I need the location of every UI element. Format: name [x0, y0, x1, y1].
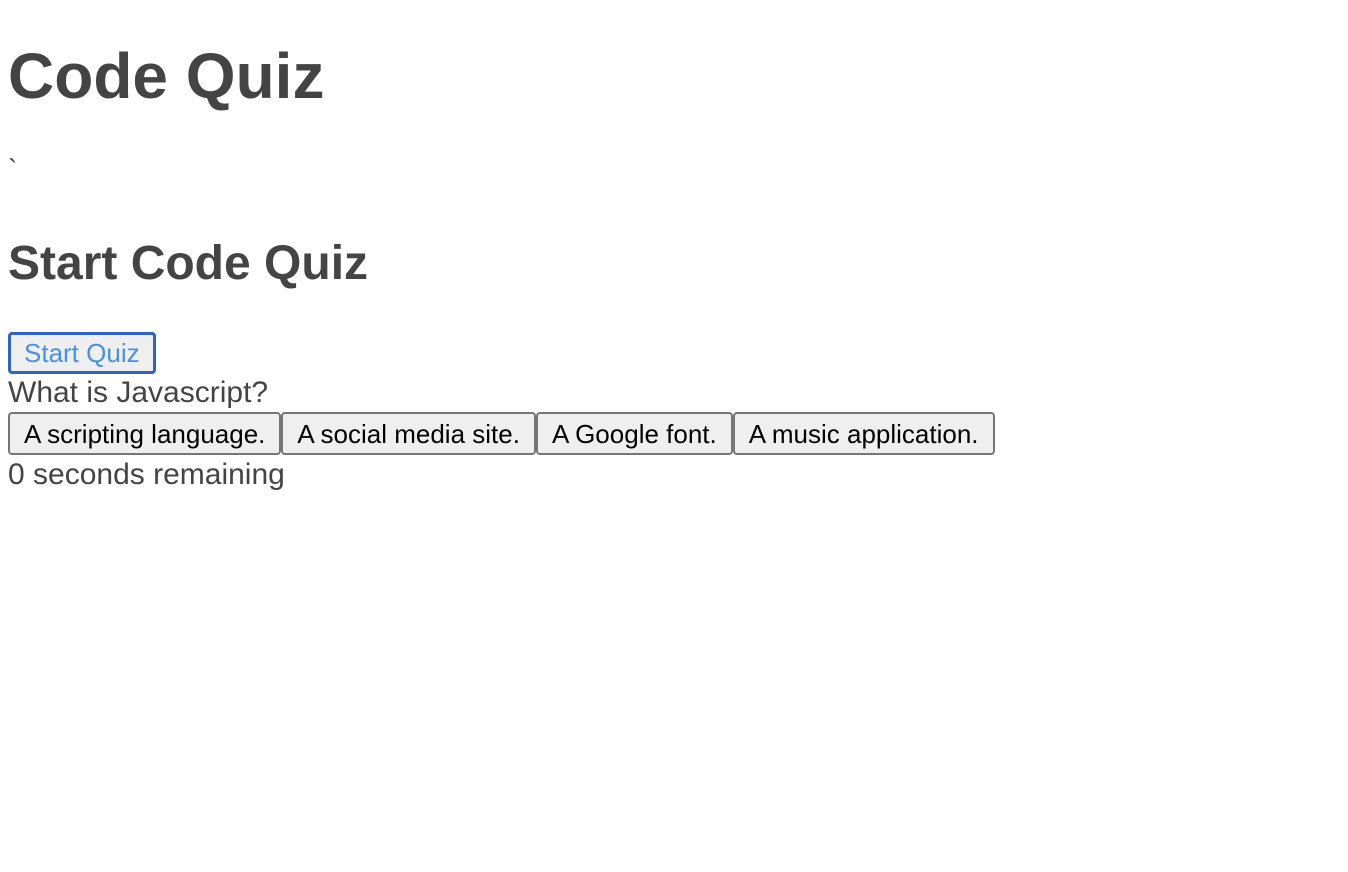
answer-button-1[interactable]: A scripting language.: [8, 412, 282, 455]
stray-backtick: `: [8, 154, 18, 185]
page-title: Code Quiz: [8, 40, 325, 112]
answer-list: A scripting language. A social media sit…: [8, 412, 1340, 456]
question-text: What is Javascript?: [8, 376, 269, 409]
start-heading: Start Code Quiz: [8, 237, 369, 290]
answer-button-3[interactable]: A Google font.: [535, 412, 733, 455]
answer-button-2[interactable]: A social media site.: [281, 412, 536, 455]
page: Code Quiz ` Start Code Quiz Start Quiz W…: [0, 0, 1348, 494]
start-quiz-button[interactable]: Start Quiz: [8, 332, 156, 374]
timer-text: 0 seconds remaining: [8, 458, 285, 491]
answer-button-4[interactable]: A music application.: [732, 412, 995, 455]
